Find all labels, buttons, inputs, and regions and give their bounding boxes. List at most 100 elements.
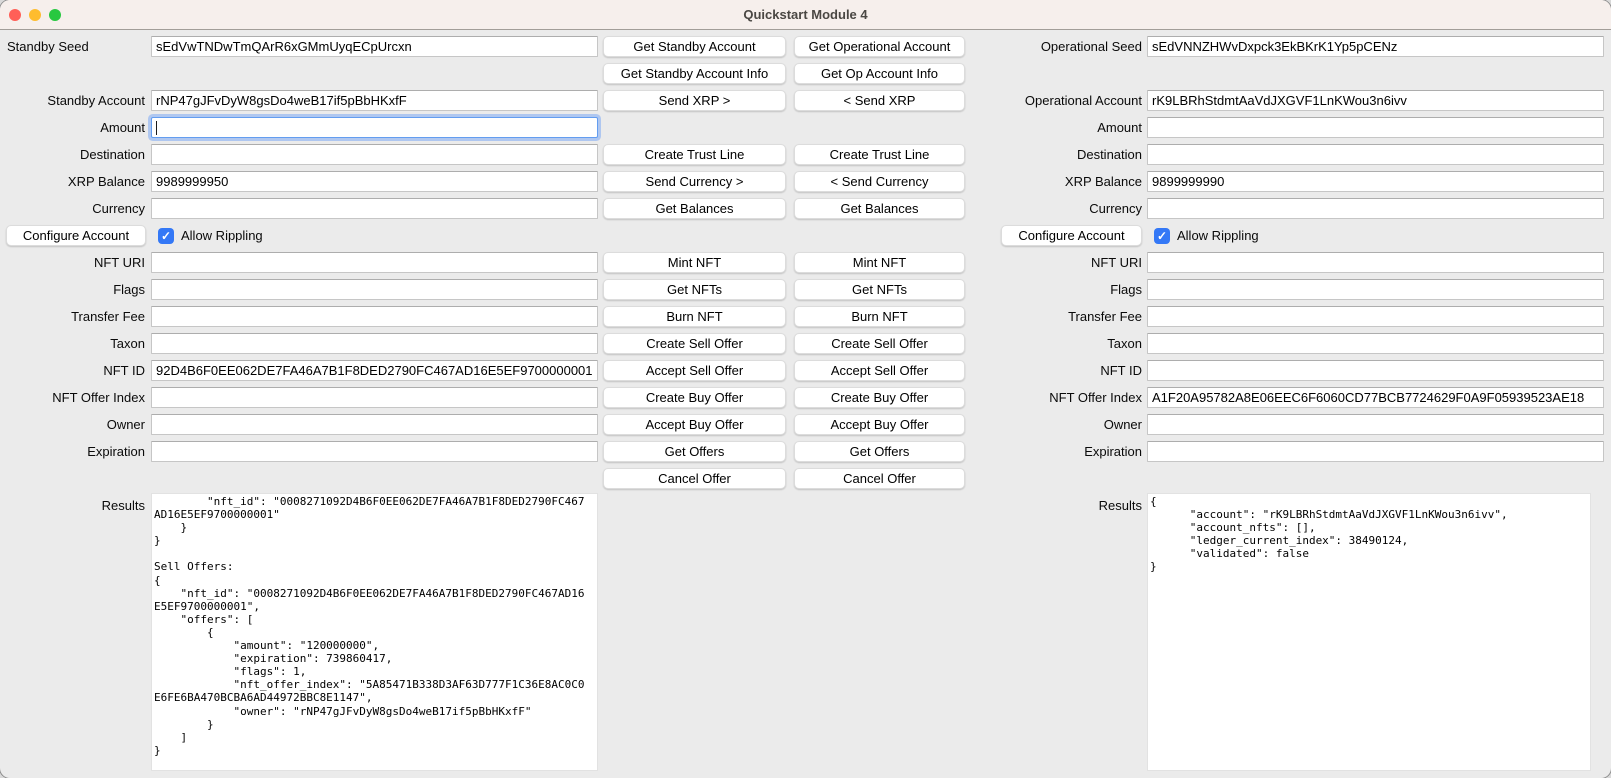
operational-burn-nft-button[interactable]: Burn NFT (794, 306, 965, 327)
operational-destination-label: Destination (1077, 147, 1142, 162)
operational-configure-account-button[interactable]: Configure Account (1001, 225, 1142, 246)
operational-owner-input[interactable] (1147, 414, 1604, 435)
standby-create-buy-offer-button[interactable]: Create Buy Offer (603, 387, 786, 408)
operational-allow-rippling-label: Allow Rippling (1177, 228, 1259, 243)
standby-accept-sell-offer-button[interactable]: Accept Sell Offer (603, 360, 786, 381)
standby-get-offers-button[interactable]: Get Offers (603, 441, 786, 462)
standby-xrp-balance-label: XRP Balance (68, 174, 145, 189)
operational-seed-input[interactable]: sEdVNNZHWvDxpck3EkBKrK1Yp5pCENz (1147, 36, 1604, 57)
standby-nft-uri-input[interactable] (151, 252, 598, 273)
row-account-info: Get Standby Account Info Get Op Account … (0, 60, 1611, 87)
standby-xrp-balance-value: 9989999950 (156, 174, 228, 189)
row-nft-offer-index: NFT Offer Index Create Buy Offer Create … (0, 384, 1611, 411)
standby-send-xrp-button[interactable]: Send XRP > (603, 90, 786, 111)
row-owner: Owner Accept Buy Offer Accept Buy Offer … (0, 411, 1611, 438)
operational-create-trust-line-button[interactable]: Create Trust Line (794, 144, 965, 165)
row-taxon: Taxon Create Sell Offer Create Sell Offe… (0, 330, 1611, 357)
checkbox-checked-icon[interactable]: ✓ (158, 228, 174, 244)
operational-accept-sell-offer-button[interactable]: Accept Sell Offer (794, 360, 965, 381)
standby-account-input[interactable]: rNP47gJFvDyW8gsDo4weB17if5pBbHKxfF (151, 90, 598, 111)
standby-nft-offer-index-input[interactable] (151, 387, 598, 408)
operational-get-balances-button[interactable]: Get Balances (794, 198, 965, 219)
standby-nft-offer-index-label: NFT Offer Index (52, 390, 145, 405)
operational-taxon-input[interactable] (1147, 333, 1604, 354)
row-currency: Currency Get Balances Get Balances Curre… (0, 195, 1611, 222)
checkbox-checked-icon[interactable]: ✓ (1154, 228, 1170, 244)
operational-nft-uri-input[interactable] (1147, 252, 1604, 273)
operational-nft-offer-index-input[interactable]: A1F20A95782A8E06EEC6F6060CD77BCB7724629F… (1147, 387, 1604, 408)
operational-currency-input[interactable] (1147, 198, 1604, 219)
standby-owner-label: Owner (107, 417, 145, 432)
operational-get-offers-button[interactable]: Get Offers (794, 441, 965, 462)
standby-send-currency-button[interactable]: Send Currency > (603, 171, 786, 192)
standby-xrp-balance-input[interactable]: 9989999950 (151, 171, 598, 192)
standby-currency-input[interactable] (151, 198, 598, 219)
row-expiration: Expiration Get Offers Get Offers Expirat… (0, 438, 1611, 465)
row-account: Standby Account rNP47gJFvDyW8gsDo4weB17i… (0, 87, 1611, 114)
standby-get-nfts-button[interactable]: Get NFTs (603, 279, 786, 300)
standby-flags-label: Flags (113, 282, 145, 297)
operational-send-currency-button[interactable]: < Send Currency (794, 171, 965, 192)
row-results: Results "nft_id": "0008271092D4B6F0EE062… (0, 493, 1611, 771)
standby-currency-label: Currency (92, 201, 145, 216)
standby-flags-input[interactable] (151, 279, 598, 300)
standby-mint-nft-button[interactable]: Mint NFT (603, 252, 786, 273)
standby-destination-input[interactable] (151, 144, 598, 165)
operational-mint-nft-button[interactable]: Mint NFT (794, 252, 965, 273)
standby-configure-account-button[interactable]: Configure Account (6, 225, 146, 246)
row-cancel-offer: Cancel Offer Cancel Offer (0, 465, 1611, 492)
standby-nft-id-input[interactable]: 92D4B6F0EE062DE7FA46A7B1F8DED2790FC467AD… (151, 360, 598, 381)
operational-accept-buy-offer-button[interactable]: Accept Buy Offer (794, 414, 965, 435)
operational-xrp-balance-value: 9899999990 (1152, 174, 1224, 189)
operational-cancel-offer-button[interactable]: Cancel Offer (794, 468, 965, 489)
standby-get-balances-button[interactable]: Get Balances (603, 198, 786, 219)
get-standby-account-info-button[interactable]: Get Standby Account Info (603, 63, 786, 84)
operational-transfer-fee-input[interactable] (1147, 306, 1604, 327)
standby-allow-rippling-checkbox[interactable]: ✓ Allow Rippling (151, 228, 263, 244)
operational-destination-input[interactable] (1147, 144, 1604, 165)
row-flags: Flags Get NFTs Get NFTs Flags (0, 276, 1611, 303)
row-xrp-balance: XRP Balance 9989999950 Send Currency > <… (0, 168, 1611, 195)
operational-expiration-input[interactable] (1147, 441, 1604, 462)
standby-taxon-input[interactable] (151, 333, 598, 354)
window-controls (9, 0, 61, 29)
text-caret (156, 121, 157, 135)
minimize-window-button[interactable] (29, 9, 41, 21)
standby-owner-input[interactable] (151, 414, 598, 435)
operational-create-buy-offer-button[interactable]: Create Buy Offer (794, 387, 965, 408)
standby-create-trust-line-button[interactable]: Create Trust Line (603, 144, 786, 165)
standby-taxon-label: Taxon (110, 336, 145, 351)
operational-xrp-balance-input[interactable]: 9899999990 (1147, 171, 1604, 192)
operational-allow-rippling-checkbox[interactable]: ✓ Allow Rippling (1147, 228, 1259, 244)
row-transfer-fee: Transfer Fee Burn NFT Burn NFT Transfer … (0, 303, 1611, 330)
standby-amount-input[interactable] (151, 117, 598, 138)
standby-burn-nft-button[interactable]: Burn NFT (603, 306, 786, 327)
get-standby-account-button[interactable]: Get Standby Account (603, 36, 786, 57)
get-op-account-info-button[interactable]: Get Op Account Info (794, 63, 965, 84)
operational-create-sell-offer-button[interactable]: Create Sell Offer (794, 333, 965, 354)
operational-amount-label: Amount (1097, 120, 1142, 135)
operational-account-value: rK9LBRhStdmtAaVdJXGVF1LnKWou3n6ivv (1152, 93, 1407, 108)
standby-transfer-fee-input[interactable] (151, 306, 598, 327)
operational-account-input[interactable]: rK9LBRhStdmtAaVdJXGVF1LnKWou3n6ivv (1147, 90, 1604, 111)
standby-accept-buy-offer-button[interactable]: Accept Buy Offer (603, 414, 786, 435)
operational-flags-label: Flags (1110, 282, 1142, 297)
operational-send-xrp-button[interactable]: < Send XRP (794, 90, 965, 111)
operational-results-text[interactable]: { "account": "rK9LBRhStdmtAaVdJXGVF1LnKW… (1147, 493, 1591, 771)
operational-nft-offer-index-label: NFT Offer Index (1049, 390, 1142, 405)
standby-results-label: Results (102, 498, 145, 513)
operational-flags-input[interactable] (1147, 279, 1604, 300)
row-configure: Configure Account ✓ Allow Rippling Confi… (0, 222, 1611, 249)
get-operational-account-button[interactable]: Get Operational Account (794, 36, 965, 57)
operational-amount-input[interactable] (1147, 117, 1604, 138)
zoom-window-button[interactable] (49, 9, 61, 21)
standby-cancel-offer-button[interactable]: Cancel Offer (603, 468, 786, 489)
operational-nft-id-input[interactable] (1147, 360, 1604, 381)
operational-get-nfts-button[interactable]: Get NFTs (794, 279, 965, 300)
standby-create-sell-offer-button[interactable]: Create Sell Offer (603, 333, 786, 354)
standby-results-text[interactable]: "nft_id": "0008271092D4B6F0EE062DE7FA46A… (151, 493, 598, 771)
standby-seed-input[interactable]: sEdVwTNDwTmQArR6xGMmUyqECpUrcxn (151, 36, 598, 57)
standby-expiration-input[interactable] (151, 441, 598, 462)
close-window-button[interactable] (9, 9, 21, 21)
operational-taxon-label: Taxon (1107, 336, 1142, 351)
